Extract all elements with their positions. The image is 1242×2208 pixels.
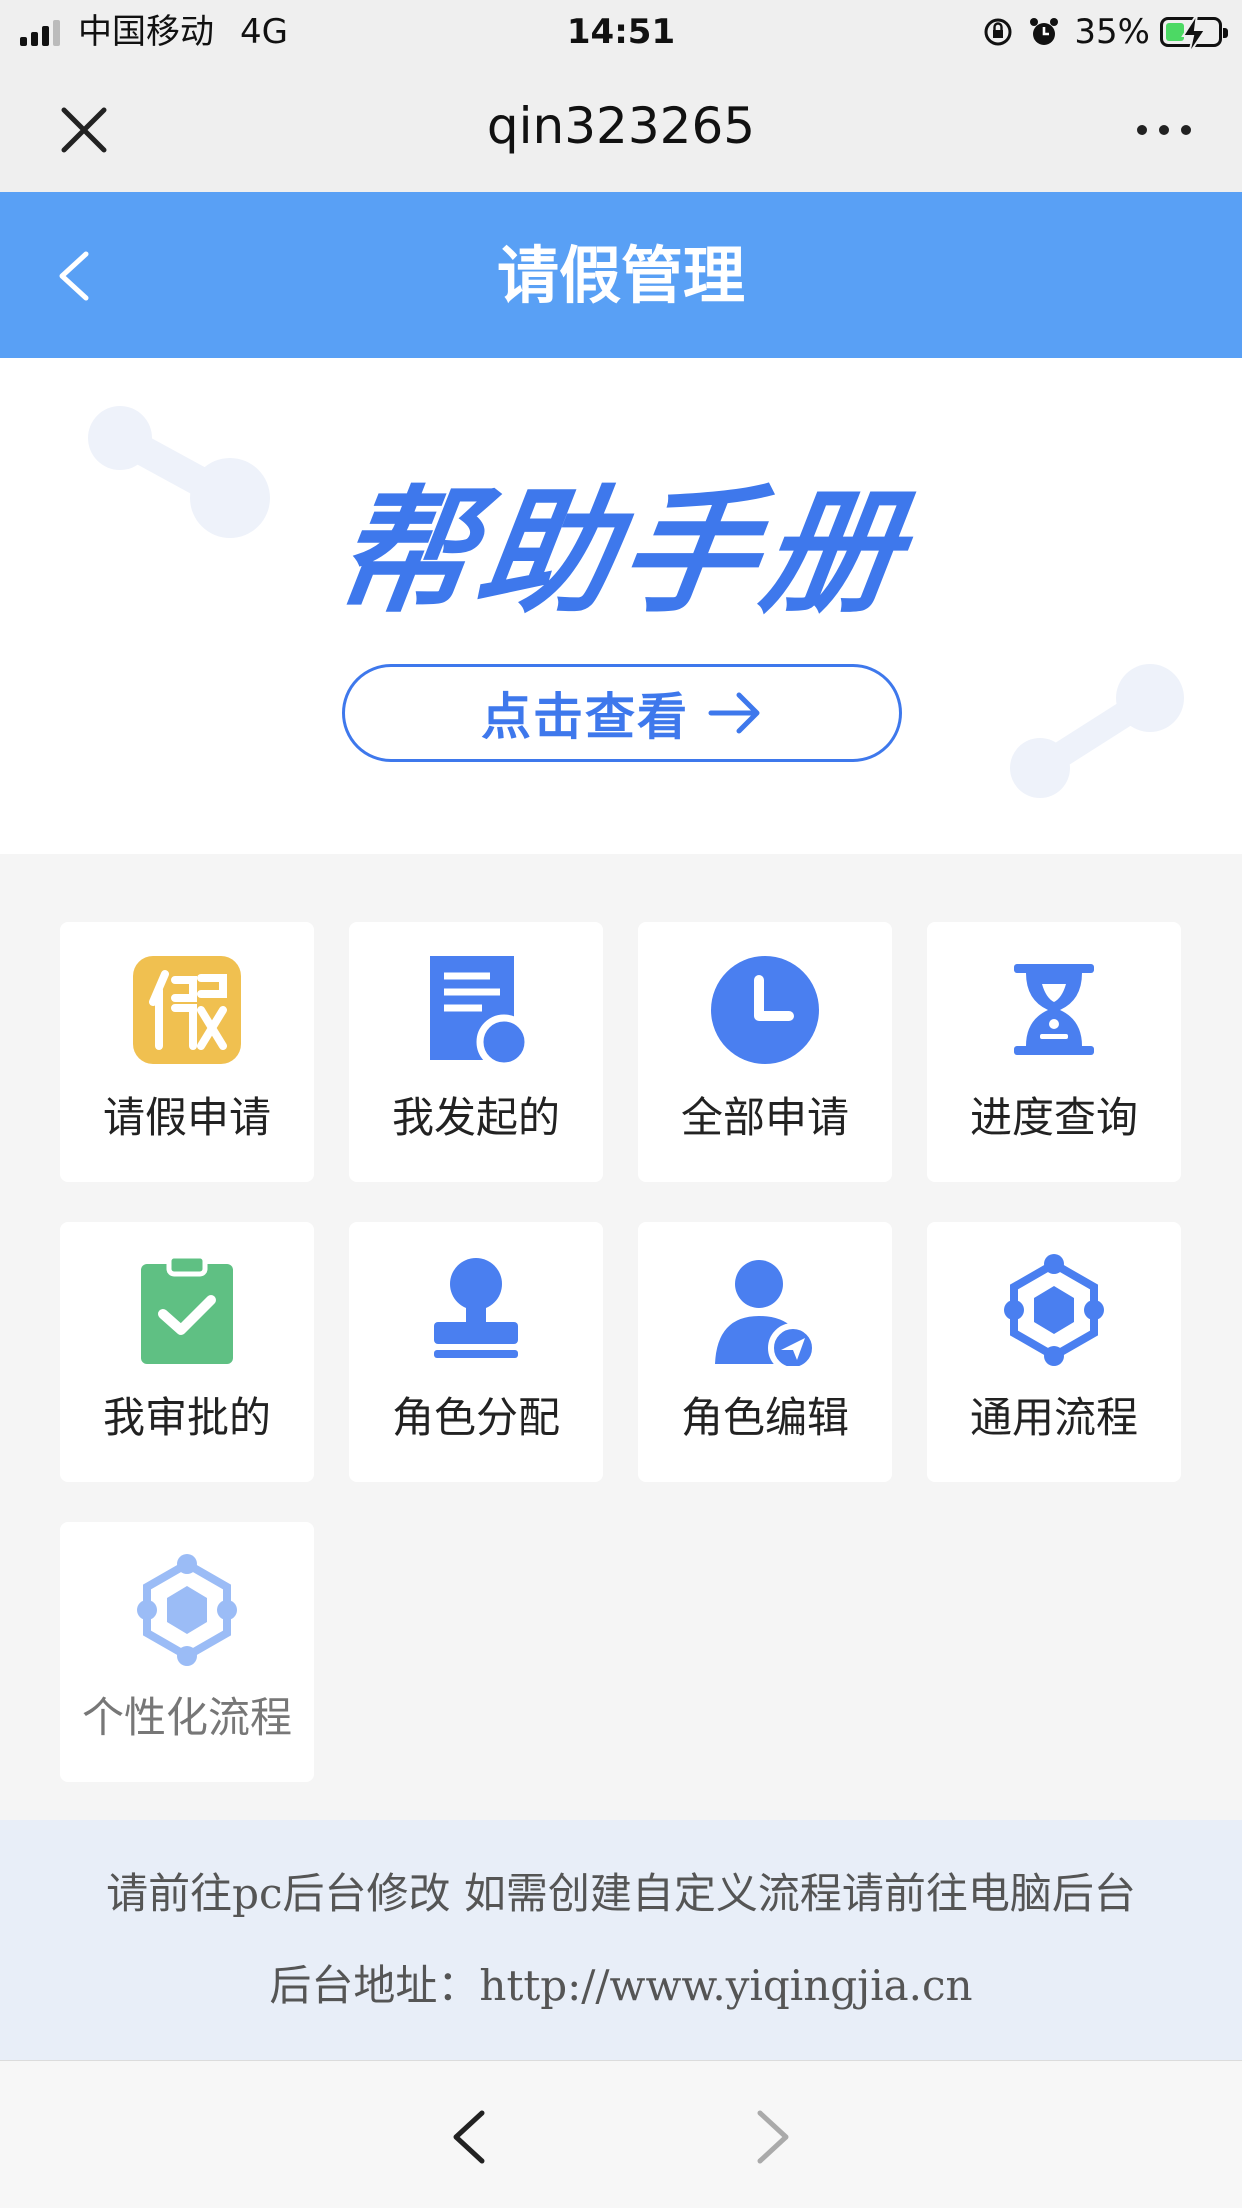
view-help-label: 点击查看 — [481, 688, 689, 746]
tile-label: 我发起的 — [391, 1093, 560, 1142]
notice-panel: 请前往pc后台修改 如需创建自定义流程请前往电脑后台 后台地址：http://w… — [0, 1820, 1242, 2060]
tile-label: 通用流程 — [969, 1393, 1138, 1442]
backend-address: 后台地址：http://www.yiqingjia.cn — [269, 1961, 973, 2010]
tile-role-edit[interactable]: 角色编辑 — [638, 1222, 892, 1482]
document-icon — [430, 956, 532, 1066]
hexagon-network-light-icon — [137, 1554, 237, 1666]
battery-icon — [1160, 14, 1228, 54]
hexagon-network-icon — [1004, 1254, 1104, 1366]
alarm-icon — [1030, 18, 1059, 45]
tile-custom-workflow[interactable]: 个性化流程 — [60, 1522, 314, 1782]
help-banner[interactable]: 帮助手册 点击查看 — [0, 358, 1242, 854]
hourglass-icon — [1014, 964, 1094, 1055]
tile-label: 进度查询 — [969, 1093, 1138, 1142]
browser-bar: qin323265 — [0, 64, 1242, 192]
tile-label: 个性化流程 — [81, 1693, 292, 1742]
tile-all-applications[interactable]: 全部申请 — [638, 922, 892, 1182]
stamp-icon — [434, 1258, 518, 1358]
banner-title: 帮助手册 — [325, 474, 917, 632]
function-grid: 请假申请 我发起的 全部申请 进度查询 我审批的 角色分配 角色编辑 通用流程 … — [0, 854, 1242, 1820]
tile-progress-query[interactable]: 进度查询 — [927, 922, 1181, 1182]
battery-percent: 35% — [1074, 12, 1150, 52]
tile-my-approvals[interactable]: 我审批的 — [60, 1222, 314, 1482]
view-help-button[interactable]: 点击查看 — [342, 664, 902, 762]
nav-forward-icon — [757, 2110, 789, 2164]
nav-back-icon[interactable] — [440, 2105, 500, 2169]
tile-general-workflow[interactable]: 通用流程 — [927, 1222, 1181, 1482]
tile-leave-application[interactable]: 请假申请 — [60, 922, 314, 1182]
tile-label: 我审批的 — [102, 1393, 271, 1442]
page-title: 请假管理 — [496, 239, 745, 312]
tile-label: 请假申请 — [102, 1093, 271, 1142]
tile-label: 角色分配 — [391, 1393, 560, 1442]
tile-role-assignment[interactable]: 角色分配 — [349, 1222, 603, 1482]
status-bar: 中国移动 4G 14:51 35% — [0, 0, 1242, 64]
arrow-right-icon — [708, 692, 760, 734]
app-header: 请假管理 — [0, 192, 1242, 358]
decorative-shape — [1010, 664, 1184, 798]
clock-icon — [711, 956, 819, 1064]
user-edit-icon — [715, 1260, 818, 1366]
leave-application-icon — [133, 956, 241, 1064]
rotation-lock-icon — [984, 18, 1012, 46]
tile-my-initiated[interactable]: 我发起的 — [349, 922, 603, 1182]
more-icon[interactable] — [1132, 98, 1196, 162]
tile-label: 全部申请 — [680, 1093, 849, 1142]
notice-text: 请前往pc后台修改 如需创建自定义流程请前往电脑后台 — [106, 1869, 1136, 1918]
clipboard-check-icon — [141, 1254, 233, 1364]
browser-title: qin323265 — [486, 97, 756, 155]
tile-label: 角色编辑 — [680, 1393, 849, 1442]
browser-bottom-nav — [0, 2060, 1242, 2208]
